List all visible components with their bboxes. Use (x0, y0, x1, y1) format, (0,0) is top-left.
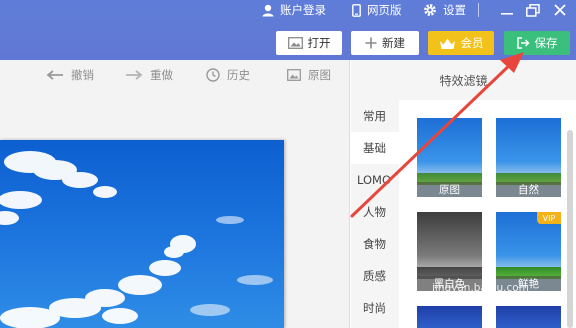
settings-label: 设置 (443, 3, 466, 17)
category-fashion[interactable]: 时尚 (351, 292, 401, 324)
filter-label: 原图 (417, 182, 482, 197)
undo-label: 撤销 (71, 68, 94, 82)
user-icon (262, 4, 274, 16)
web-version-label: 网页版 (367, 3, 402, 17)
clock-icon (206, 68, 220, 82)
filter-thumb-next[interactable] (496, 306, 561, 328)
new-button[interactable]: 新建 (351, 31, 419, 55)
vip-badge: VIP (537, 212, 561, 224)
original-button[interactable]: 原图 (287, 67, 331, 83)
filter-thumb-original[interactable]: 原图 (417, 118, 482, 197)
filter-label: 自然 (496, 182, 561, 197)
minimize-icon (501, 13, 513, 15)
gear-icon (424, 4, 436, 16)
undo-arrow-icon (46, 70, 63, 80)
cloud-sky-image (0, 151, 273, 328)
save-label: 保存 (534, 36, 558, 50)
panel-title: 特效滤镜 (439, 74, 488, 88)
canvas-toolbar: 撤销 重做 历史 原图 (0, 60, 350, 90)
account-login-label: 账户登录 (280, 3, 326, 17)
save-export-icon (516, 37, 530, 49)
undo-button[interactable]: 撤销 (46, 67, 94, 83)
restore-button[interactable] (522, 0, 544, 20)
title-bar: 账户登录 网页版 设置 打开 新建 会员 保存 (0, 0, 576, 60)
filter-scrollbar[interactable] (567, 130, 573, 328)
open-label: 打开 (307, 36, 331, 50)
category-texture[interactable]: 质感 (351, 260, 401, 292)
history-button[interactable]: 历史 (206, 67, 250, 83)
web-version-link[interactable]: 网页版 (352, 0, 402, 20)
filter-thumb-bw[interactable]: 黑白色 (417, 212, 482, 291)
original-label: 原图 (308, 68, 331, 82)
close-icon (554, 4, 566, 16)
mobile-icon (352, 3, 361, 17)
minimize-button[interactable] (496, 0, 518, 20)
history-label: 历史 (227, 68, 250, 82)
titlebar-divider (478, 3, 479, 17)
filter-thumb-vivid[interactable]: VIP 鲜艳 (496, 212, 561, 291)
category-food[interactable]: 食物 (351, 228, 401, 260)
category-basic[interactable]: 基础 (351, 132, 401, 164)
filter-thumb-next[interactable] (417, 306, 482, 328)
account-login-link[interactable]: 账户登录 (262, 0, 326, 20)
redo-button[interactable]: 重做 (125, 67, 173, 83)
image-open-icon (287, 37, 303, 49)
restore-icon (526, 3, 540, 17)
edited-photo[interactable] (0, 140, 284, 328)
vip-label: 会员 (460, 36, 484, 50)
close-button[interactable] (549, 0, 571, 20)
redo-label: 重做 (150, 68, 173, 82)
open-button[interactable]: 打开 (276, 31, 342, 55)
watermark-text: jingyan.baidu.com (432, 282, 529, 294)
canvas-area: 撤销 重做 历史 原图 (0, 60, 350, 328)
settings-button[interactable]: 设置 (423, 0, 466, 20)
save-button[interactable]: 保存 (504, 31, 570, 55)
category-lomo[interactable]: LOMO (351, 164, 401, 196)
vip-button[interactable]: 会员 (428, 31, 494, 55)
crown-icon (439, 38, 455, 49)
category-people[interactable]: 人物 (351, 196, 401, 228)
plus-icon (365, 37, 377, 49)
filter-thumb-natural[interactable]: 自然 (496, 118, 561, 197)
image-icon (287, 69, 301, 81)
redo-arrow-icon (126, 70, 143, 80)
category-common[interactable]: 常用 (351, 100, 401, 132)
new-label: 新建 (382, 36, 405, 50)
